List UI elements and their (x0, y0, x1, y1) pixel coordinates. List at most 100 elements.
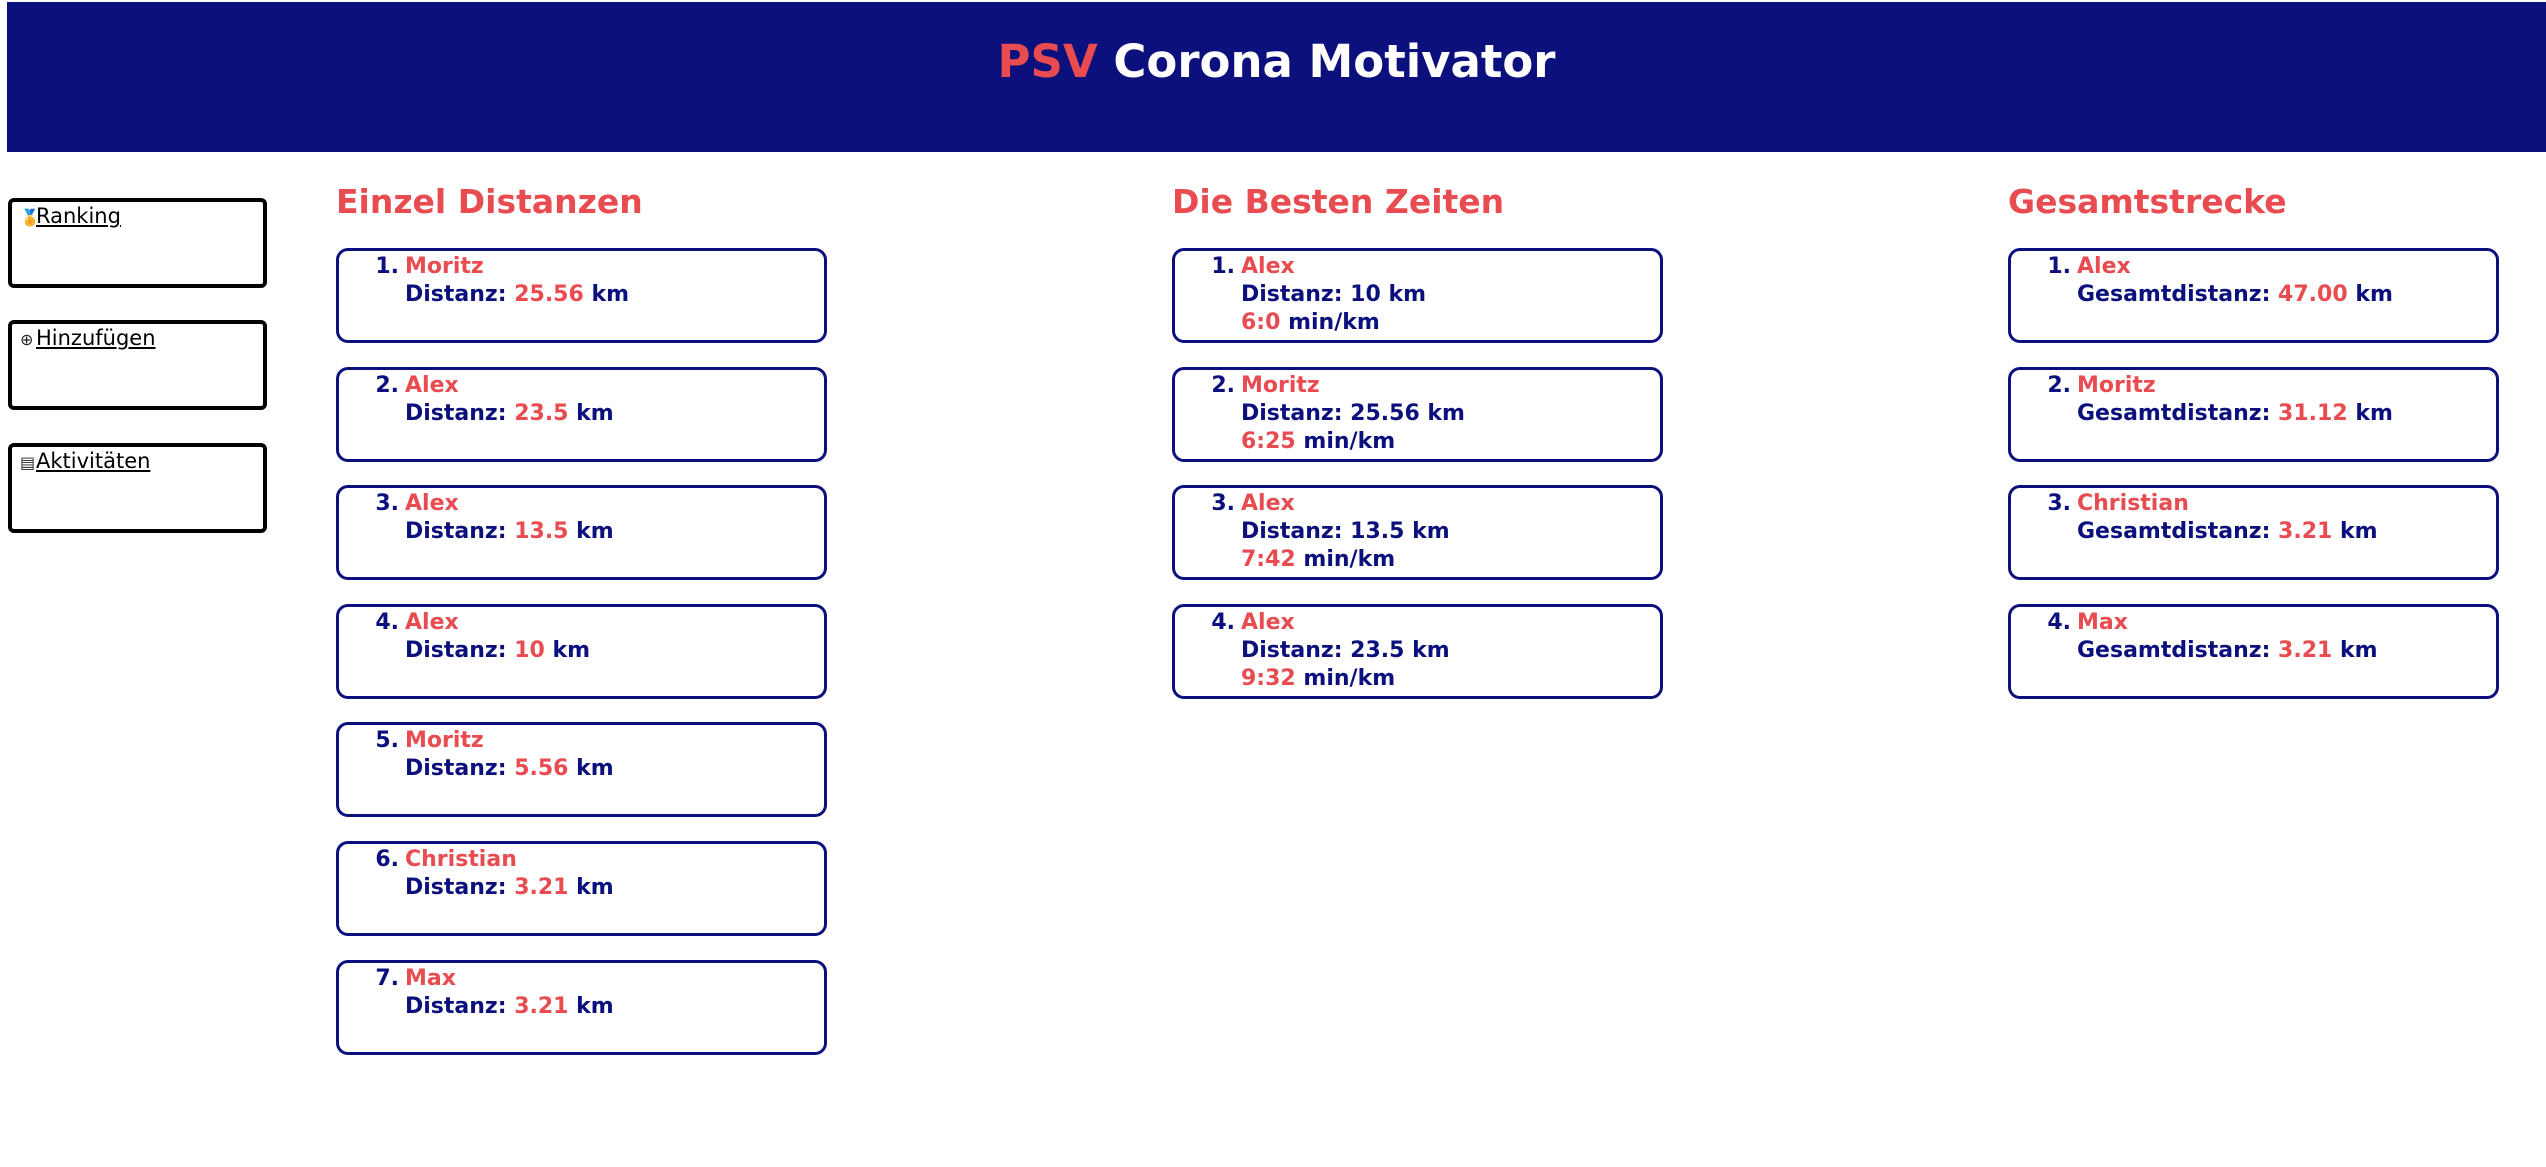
column-beste-zeiten: Die Besten Zeiten (1172, 180, 1504, 224)
app-header: PSV Corona Motivator (7, 2, 2546, 152)
list-item: 2. Moritz Gesamtdistanz: 31.12 km (2008, 367, 2499, 462)
unit-km: km (2355, 282, 2393, 307)
pace-value: 6:0 (1241, 310, 1281, 335)
unit-km: km (576, 875, 614, 900)
rank-number: 3. (2047, 491, 2071, 516)
ranking-icon: 🏅 (20, 208, 40, 227)
total-value: 47.00 (2278, 282, 2348, 307)
unit-km: km (576, 756, 614, 781)
athlete-name: Christian (405, 847, 517, 872)
unit-km: km (576, 401, 614, 426)
distance-value: 25.56 (514, 282, 584, 307)
athlete-name: Max (2077, 610, 2128, 635)
pace-unit: min/km (1303, 429, 1396, 454)
rank-number: 1. (2047, 254, 2071, 279)
section-title-zeiten: Die Besten Zeiten (1172, 182, 1505, 221)
distance-label: Distanz: (405, 638, 507, 663)
distance-label: Distanz: (405, 875, 507, 900)
list-item: 6. Christian Distanz: 3.21 km (336, 841, 827, 936)
page: PSV Corona Motivator 🏅Ranking ⊕ Hinzufüge… (0, 0, 2546, 1167)
list-item: 2. Alex Distanz: 23.5 km (336, 367, 827, 462)
athlete-name: Alex (1241, 610, 1295, 635)
rank-number: 3. (375, 491, 399, 516)
list-item: 4. Alex Distanz: 10 km (336, 604, 827, 699)
rank-number: 2. (1211, 373, 1235, 398)
athlete-name: Moritz (405, 728, 484, 753)
total-label: Gesamtdistanz: (2077, 401, 2271, 426)
page-title: PSV Corona Motivator (998, 2, 1556, 152)
nav-link-hinzufuegen[interactable]: Hinzufügen (36, 326, 156, 350)
distance-value: 3.21 (514, 875, 569, 900)
total-value: 31.12 (2278, 401, 2348, 426)
pace-unit: min/km (1288, 310, 1380, 335)
athlete-name: Alex (405, 491, 459, 516)
total-value: 3.21 (2278, 638, 2333, 663)
pace-value: 9:32 (1241, 666, 1296, 691)
column-gesamtstrecke: Gesamtstrecke (2008, 180, 2287, 224)
list-icon: ▤ (20, 453, 36, 472)
brand-name: PSV (997, 35, 1098, 88)
column-einzel-distanzen: Einzel Distanzen (336, 180, 643, 224)
total-label: Gesamtdistanz: (2077, 638, 2271, 663)
rank-number: 6. (375, 847, 399, 872)
distance-value: 13.5 (514, 519, 569, 544)
nav-button-ranking[interactable]: 🏅Ranking (8, 198, 267, 288)
rank-number: 1. (375, 254, 399, 279)
list-item: 7. Max Distanz: 3.21 km (336, 960, 827, 1055)
athlete-name: Alex (405, 373, 459, 398)
unit-km: km (2340, 519, 2378, 544)
list-item: 1. Moritz Distanz: 25.56 km (336, 248, 827, 343)
distance-label: Distanz: (405, 756, 507, 781)
list-item: 4. Alex Distanz: 23.5 km 9:32 min/km (1172, 604, 1663, 699)
list-item: 1. Alex Gesamtdistanz: 47.00 km (2008, 248, 2499, 343)
nav-button-aktivitaeten[interactable]: ▤Aktivitäten (8, 443, 267, 533)
rank-number: 4. (1211, 610, 1235, 635)
nav-link-ranking[interactable]: Ranking (36, 204, 121, 228)
rank-number: 4. (375, 610, 399, 635)
distance-value: 10 (514, 638, 545, 663)
athlete-name: Christian (2077, 491, 2189, 516)
distance-text: Distanz: 10 km (1241, 282, 1427, 307)
athlete-name: Moritz (1241, 373, 1320, 398)
pace-value: 6:25 (1241, 429, 1296, 454)
distance-label: Distanz: (405, 994, 507, 1019)
rank-number: 1. (1211, 254, 1235, 279)
pace-value: 7:42 (1241, 547, 1296, 572)
unit-km: km (576, 994, 614, 1019)
app-title: Corona Motivator (1113, 35, 1556, 88)
rank-number: 3. (1211, 491, 1235, 516)
athlete-name: Alex (405, 610, 459, 635)
distance-text: Distanz: 23.5 km (1241, 638, 1450, 663)
unit-km: km (2355, 401, 2393, 426)
athlete-name: Alex (1241, 491, 1295, 516)
list-item: 1. Alex Distanz: 10 km 6:0 min/km (1172, 248, 1663, 343)
unit-km: km (2340, 638, 2378, 663)
list-item: 3. Alex Distanz: 13.5 km 7:42 min/km (1172, 485, 1663, 580)
distance-text: Distanz: 25.56 km (1241, 401, 1465, 426)
add-circle-icon: ⊕ (20, 330, 34, 349)
list-item: 3. Christian Gesamtdistanz: 3.21 km (2008, 485, 2499, 580)
total-label: Gesamtdistanz: (2077, 282, 2271, 307)
list-item: 5. Moritz Distanz: 5.56 km (336, 722, 827, 817)
rank-number: 2. (2047, 373, 2071, 398)
section-title-gesamt: Gesamtstrecke (2008, 182, 2287, 221)
total-value: 3.21 (2278, 519, 2333, 544)
athlete-name: Alex (2077, 254, 2131, 279)
rank-number: 2. (375, 373, 399, 398)
total-label: Gesamtdistanz: (2077, 519, 2271, 544)
list-item: 2. Moritz Distanz: 25.56 km 6:25 min/km (1172, 367, 1663, 462)
athlete-name: Alex (1241, 254, 1295, 279)
athlete-name: Max (405, 966, 456, 991)
rank-number: 4. (2047, 610, 2071, 635)
unit-km: km (591, 282, 630, 307)
nav-link-aktivitaeten[interactable]: Aktivitäten (36, 449, 150, 473)
distance-label: Distanz: (405, 519, 507, 544)
unit-km: km (552, 638, 591, 663)
list-item: 4. Max Gesamtdistanz: 3.21 km (2008, 604, 2499, 699)
pace-unit: min/km (1303, 547, 1396, 572)
section-title-einzel: Einzel Distanzen (336, 182, 643, 221)
distance-label: Distanz: (405, 401, 507, 426)
distance-value: 3.21 (514, 994, 569, 1019)
distance-value: 23.5 (514, 401, 569, 426)
nav-button-hinzufuegen[interactable]: ⊕ Hinzufügen (8, 320, 267, 410)
